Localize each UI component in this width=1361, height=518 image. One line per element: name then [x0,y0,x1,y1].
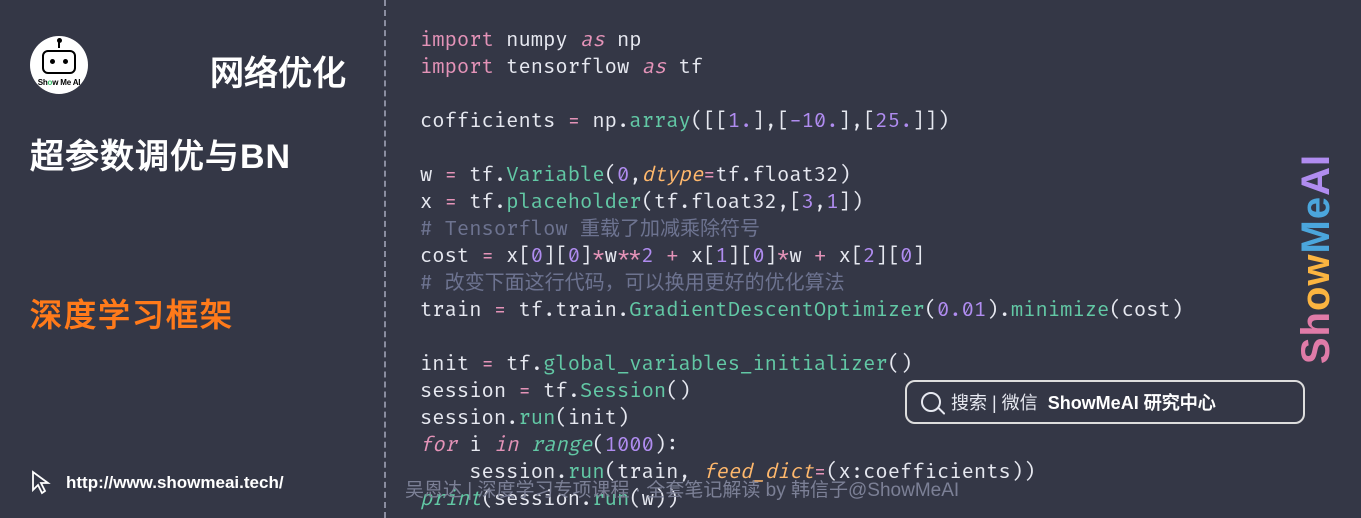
title-dl-framework: 深度学习框架 [30,290,354,336]
brand-vertical: ShowMeAI [1294,154,1339,364]
code-block: import numpy as np import tensorflow as … [420,28,1183,514]
title-hyperparam-bn: 超参数调优与BN [30,129,354,178]
bottom-note: 吴恩达 | 深度学习专项课程 · 全套笔记解读 by 韩信子@ShowMeAI [405,475,959,502]
sidebar-footer: http://www.showmeai.tech/ [30,470,284,496]
search-prefix: 搜索 | 微信 [951,389,1038,415]
search-bold: ShowMeAI 研究中心 [1048,389,1216,415]
showmeai-logo: Show Me AI [30,36,88,94]
search-icon [921,392,941,412]
site-url: http://www.showmeai.tech/ [66,473,284,493]
cursor-icon [30,470,52,496]
sidebar: Show Me AI 网络优化 超参数调优与BN 深度学习框架 http://w… [0,0,386,518]
search-wechat-pill: 搜索 | 微信 ShowMeAI 研究中心 [905,380,1305,424]
